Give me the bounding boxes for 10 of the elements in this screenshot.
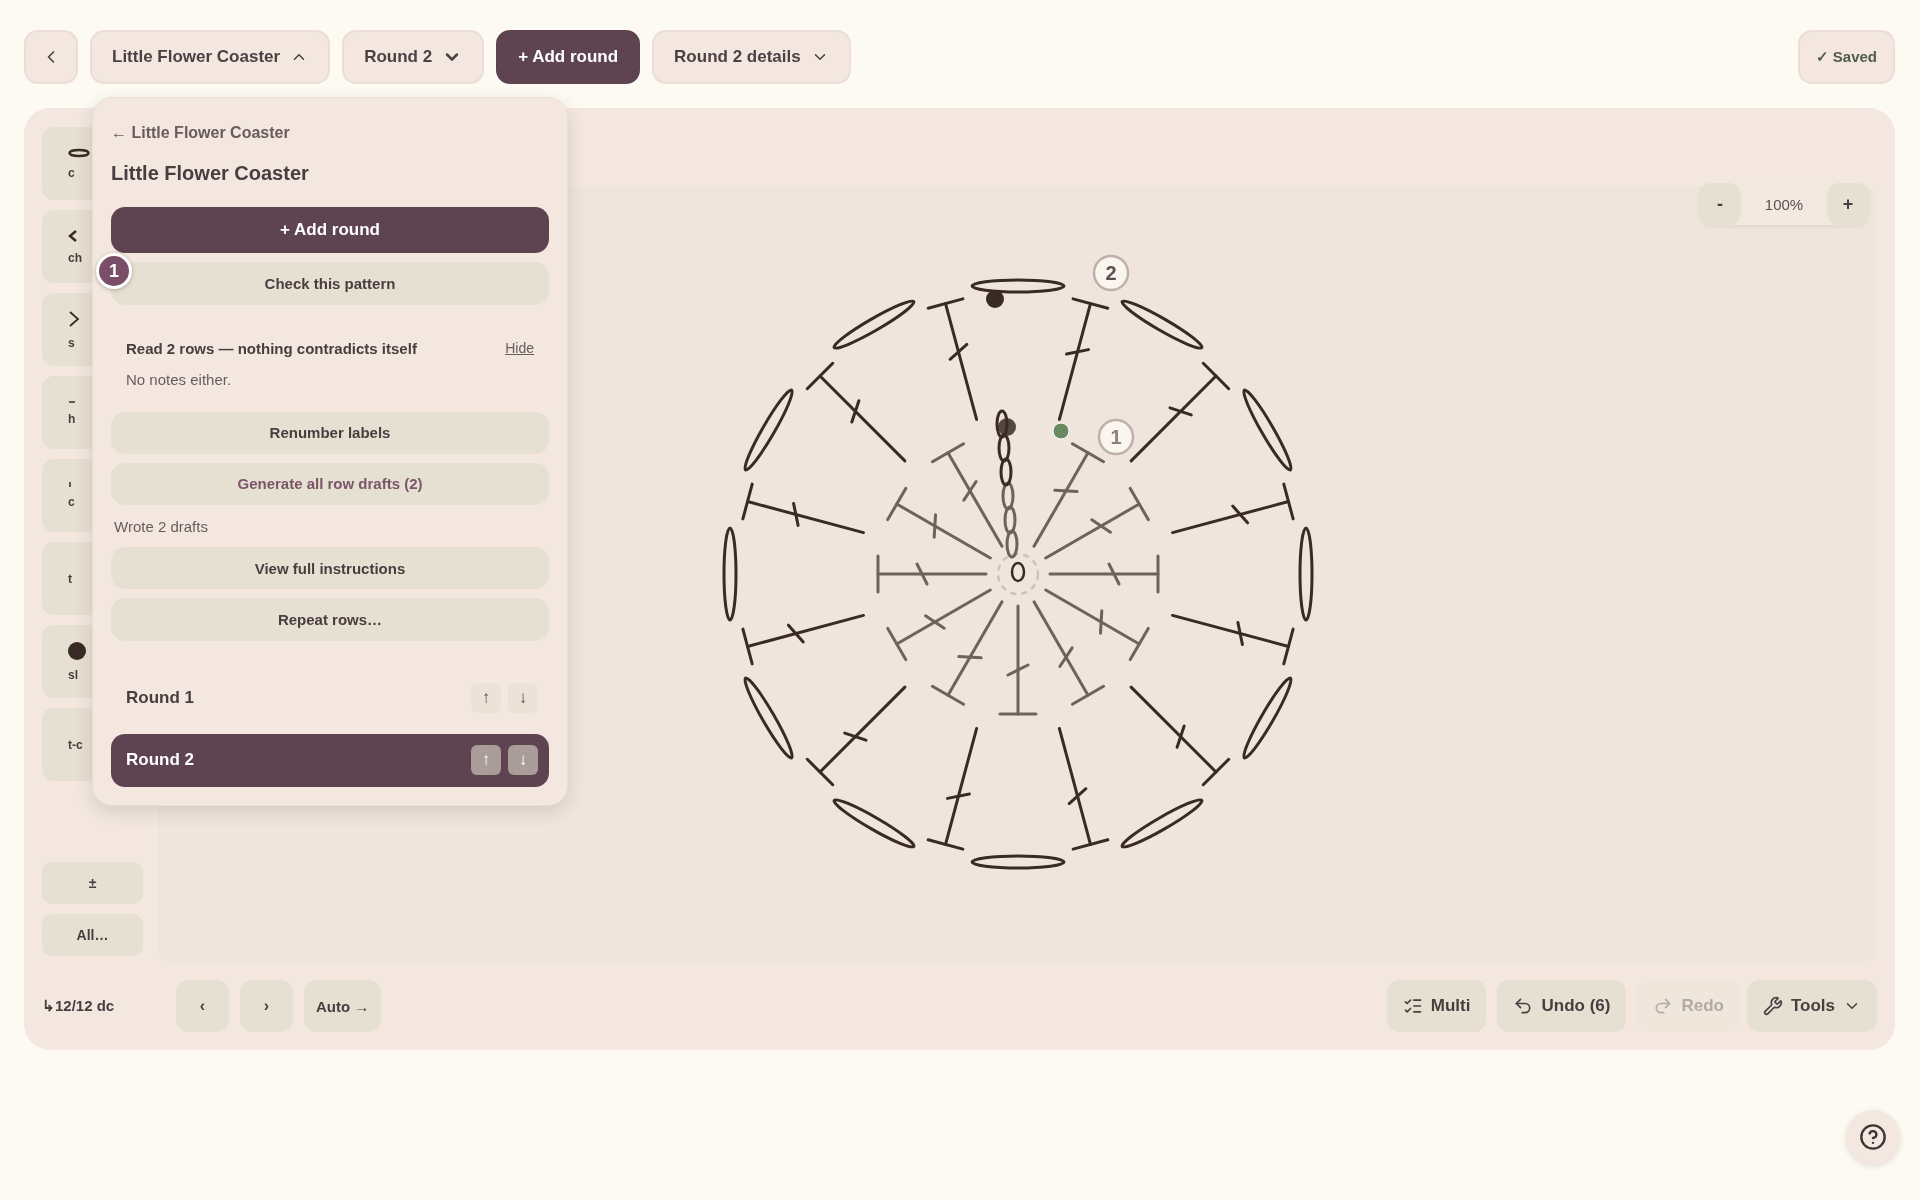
pattern-title: Little Flower Coaster <box>111 162 310 185</box>
round-label: Round 2 <box>126 750 195 771</box>
stitch-count: ↳12/12 dc <box>42 997 116 1015</box>
check-summary: Read 2 rows — nothing contradicts itself <box>126 339 417 357</box>
round-marker: 1 <box>1097 418 1134 456</box>
status-note: Wrote 2 drafts <box>113 517 209 538</box>
zoom-level: 100% <box>1763 195 1805 213</box>
round-label: Round 1 <box>126 688 195 709</box>
round-marker: 2 <box>1092 254 1129 292</box>
check-detail: No notes either. <box>126 370 233 388</box>
